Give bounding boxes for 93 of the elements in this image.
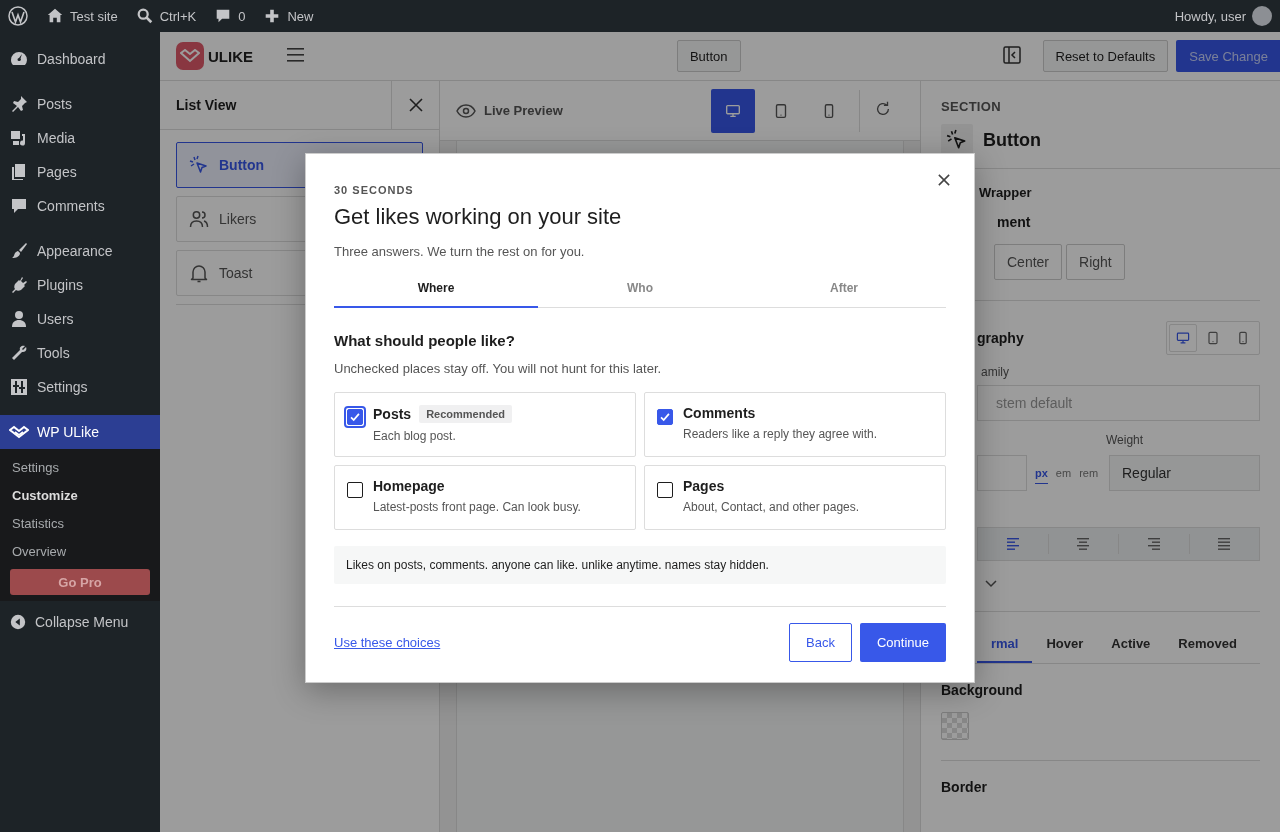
admin-bar-link[interactable]: Test site bbox=[70, 8, 118, 24]
use-choices-link[interactable]: Use these choices bbox=[334, 635, 441, 650]
chevron-down-icon[interactable] bbox=[985, 580, 997, 588]
sidebar-item[interactable]: Tools bbox=[0, 336, 160, 370]
sidebar-item[interactable]: Users bbox=[0, 302, 160, 336]
question: What should people like? bbox=[334, 332, 516, 349]
sidebar-item[interactable]: WP ULike bbox=[0, 415, 160, 449]
user-icon bbox=[9, 309, 29, 329]
sidebar-item[interactable]: Dashboard bbox=[0, 42, 160, 76]
preview-title: Live Preview bbox=[484, 103, 563, 118]
sidebar-item[interactable]: Comments bbox=[0, 189, 160, 223]
admin-bar-link[interactable]: New bbox=[287, 8, 314, 24]
cursor-click-icon bbox=[941, 124, 973, 156]
option-card[interactable]: Pages About, Contact, and other pages. bbox=[644, 465, 946, 530]
users-icon bbox=[189, 209, 209, 229]
avatar[interactable] bbox=[1252, 6, 1272, 26]
device-button[interactable] bbox=[1169, 324, 1197, 352]
alignment-option[interactable]: Center bbox=[994, 244, 1063, 280]
submenu-item[interactable]: Customize bbox=[0, 481, 160, 509]
alignment-option[interactable]: Right bbox=[1066, 244, 1125, 280]
background-label: Background bbox=[941, 682, 1023, 698]
option-title: Posts bbox=[373, 406, 412, 422]
brush-icon bbox=[9, 241, 29, 261]
weight-select[interactable]: Regular bbox=[1109, 455, 1260, 491]
color-swatch[interactable] bbox=[941, 712, 969, 740]
bell-icon bbox=[189, 263, 209, 283]
summary-text: Likes on posts, comments. anyone can like. unlike anytime. names stay hidden. bbox=[334, 546, 946, 584]
sidebar-item[interactable]: Appearance bbox=[0, 234, 160, 268]
comment-icon bbox=[9, 196, 29, 216]
option-description: Readers like a reply they agree with. bbox=[683, 427, 878, 441]
home-icon bbox=[46, 7, 64, 25]
submenu-item[interactable]: Overview bbox=[0, 537, 160, 565]
checkbox[interactable] bbox=[654, 479, 676, 501]
wordpress-logo-icon bbox=[8, 6, 28, 26]
alignment-label: ment bbox=[996, 214, 1031, 230]
continue-button[interactable]: Continue bbox=[859, 623, 946, 662]
sidebar-item[interactable]: Settings bbox=[0, 370, 160, 404]
state-tab[interactable]: Active bbox=[1097, 636, 1165, 663]
back-button[interactable]: Back bbox=[789, 623, 852, 662]
admin-bar-link[interactable]: 0 bbox=[238, 8, 246, 24]
font-family-label: amily bbox=[981, 365, 1009, 379]
border-label: Border bbox=[941, 779, 987, 795]
state-tab[interactable]: Hover bbox=[1032, 636, 1098, 663]
hint-text: Unchecked places stay off. You will not hunt for this later. bbox=[334, 361, 663, 376]
size-field[interactable] bbox=[977, 455, 1027, 491]
collapse-icon bbox=[9, 613, 27, 631]
option-card[interactable]: Posts Recommended Each blog post. bbox=[334, 392, 636, 457]
desktop-icon bbox=[1175, 330, 1191, 346]
panel-title: List View bbox=[175, 97, 238, 113]
sidebar-item[interactable]: Plugins bbox=[0, 268, 160, 302]
option-description: Latest-posts front page. Can look busy. bbox=[373, 500, 581, 514]
cursor-click-icon bbox=[189, 155, 209, 175]
option-card[interactable]: Homepage Latest-posts front page. Can look busy. bbox=[334, 465, 636, 530]
sidebar-item[interactable]: Media bbox=[0, 121, 160, 155]
state-tab[interactable]: rmal bbox=[977, 636, 1033, 663]
unit-tab[interactable]: px bbox=[1035, 462, 1048, 484]
sidebar-item[interactable]: Posts bbox=[0, 87, 160, 121]
state-tab[interactable]: Removed bbox=[1164, 636, 1251, 663]
step-tab[interactable]: After bbox=[742, 271, 946, 308]
option-card[interactable]: Comments Readers like a reply they agree with. bbox=[644, 392, 946, 457]
search-icon bbox=[135, 7, 154, 25]
inspector-title: Button bbox=[983, 129, 1041, 151]
option-title: Homepage bbox=[373, 478, 445, 494]
section-label: SECTION bbox=[941, 99, 1002, 114]
typography-label: graphy bbox=[976, 330, 1024, 346]
weight-label: Weight bbox=[1106, 433, 1144, 447]
submenu-item[interactable]: Statistics bbox=[0, 509, 160, 537]
logo-icon bbox=[176, 42, 204, 70]
element-button[interactable]: Button bbox=[676, 40, 741, 72]
option-description: About, Contact, and other pages. bbox=[683, 500, 860, 514]
sidebar-toggle-button[interactable] bbox=[1002, 45, 1021, 67]
option-title: Comments bbox=[683, 405, 756, 421]
option-title: Pages bbox=[683, 478, 725, 494]
sidebar-item[interactable]: Pages bbox=[0, 155, 160, 189]
admin-bar-link[interactable]: Ctrl+K bbox=[159, 8, 197, 24]
tablet-icon bbox=[1205, 330, 1221, 346]
checkbox[interactable] bbox=[344, 406, 366, 428]
close-icon bbox=[938, 174, 950, 186]
recommended-badge: Recommended bbox=[419, 405, 512, 423]
greeting[interactable]: Howdy, user bbox=[1174, 8, 1246, 24]
close-icon bbox=[408, 98, 423, 112]
submenu-item[interactable]: Settings bbox=[0, 453, 160, 481]
sliders-icon bbox=[9, 377, 29, 397]
checkbox[interactable] bbox=[654, 406, 676, 428]
step-tab[interactable]: Who bbox=[538, 271, 742, 308]
logo-text: ULIKE bbox=[208, 47, 253, 65]
collapse-menu[interactable]: Collapse Menu bbox=[0, 605, 160, 639]
reset-button[interactable]: Reset to Defaults bbox=[1042, 40, 1169, 72]
wrapper-label: Wrapper bbox=[979, 185, 1032, 200]
option-description: Each blog post. bbox=[373, 429, 457, 443]
step-tab[interactable]: Where bbox=[334, 271, 538, 308]
device-button[interactable] bbox=[711, 88, 755, 133]
checkbox[interactable] bbox=[344, 479, 366, 501]
